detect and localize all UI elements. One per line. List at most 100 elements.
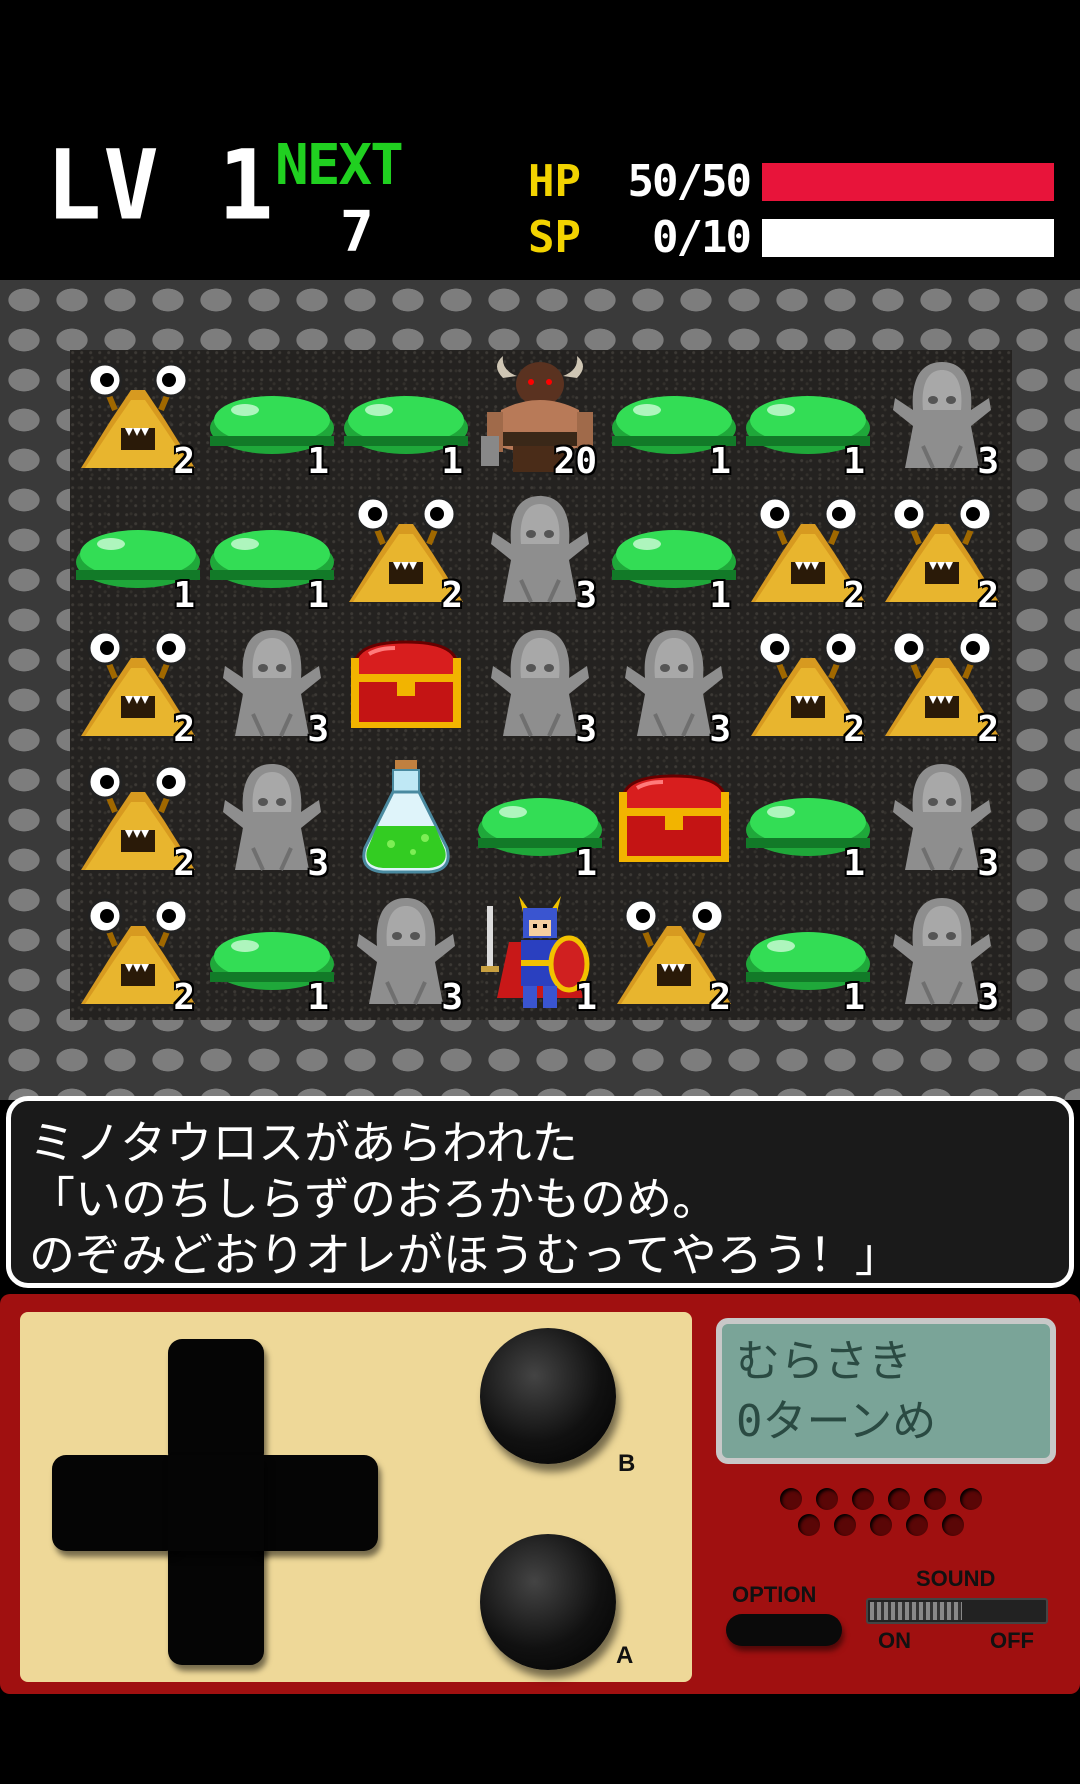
sound-off-label: OFF xyxy=(990,1628,1034,1653)
board-cell-ghost[interactable]: 3 xyxy=(205,618,339,752)
board-cell-minotaur[interactable]: 20 xyxy=(473,350,607,484)
cell-strength-value: 2 xyxy=(977,709,999,750)
board-cell-ghost[interactable]: 3 xyxy=(875,752,1009,886)
sound-slider[interactable] xyxy=(866,1598,1048,1624)
cell-strength-value: 2 xyxy=(709,977,731,1018)
sound-label: SOUND xyxy=(916,1566,996,1591)
a-button[interactable] xyxy=(480,1534,616,1670)
board-cell-slug[interactable]: 2 xyxy=(71,752,205,886)
dpad xyxy=(50,1337,380,1667)
chest-icon xyxy=(339,618,473,756)
board-cell-slime[interactable]: 1 xyxy=(473,752,607,886)
a-button-label: A xyxy=(616,1642,634,1669)
game-board[interactable]: 2 1 1 20 1 1 3 1 1 2 3 1 2 2 2 3 3 3 2 2 2 3 1 1 3 2 1 3 1 2 1 3 xyxy=(70,350,1012,1020)
cell-strength-value: 3 xyxy=(977,441,999,482)
board-cell-slime[interactable]: 1 xyxy=(607,350,741,484)
speaker-hole xyxy=(870,1514,892,1536)
dpad-left-button[interactable] xyxy=(52,1455,180,1551)
hp-bar-fill xyxy=(762,163,1054,201)
cell-strength-value: 1 xyxy=(843,441,865,482)
chest-icon xyxy=(607,752,741,890)
hp-bar-track xyxy=(762,163,1054,201)
dpad-down-button[interactable] xyxy=(168,1537,264,1665)
cell-strength-value: 2 xyxy=(173,441,195,482)
level-indicator: LV 1 xyxy=(46,129,276,242)
sp-value: 0/10 xyxy=(652,212,752,263)
option-label: OPTION xyxy=(732,1582,817,1607)
speaker-hole xyxy=(834,1514,856,1536)
board-cell-slime[interactable]: 1 xyxy=(741,886,875,1020)
cell-strength-value: 2 xyxy=(173,709,195,750)
board-cell-hero[interactable]: 1 xyxy=(473,886,607,1020)
cell-strength-value: 1 xyxy=(709,441,731,482)
speaker-hole xyxy=(888,1488,910,1510)
board-cell-slug[interactable]: 2 xyxy=(71,350,205,484)
board-cell-ghost[interactable]: 3 xyxy=(875,886,1009,1020)
dpad-right-button[interactable] xyxy=(250,1455,378,1551)
board-cell-chest[interactable] xyxy=(339,618,473,752)
cell-strength-value: 2 xyxy=(173,843,195,884)
cell-strength-value: 2 xyxy=(843,575,865,616)
cell-strength-value: 3 xyxy=(307,709,329,750)
board-cell-chest[interactable] xyxy=(607,752,741,886)
speaker-hole xyxy=(960,1488,982,1510)
b-button[interactable] xyxy=(480,1328,616,1464)
cell-strength-value: 2 xyxy=(843,709,865,750)
speaker-hole xyxy=(906,1514,928,1536)
cell-strength-value: 2 xyxy=(441,575,463,616)
speaker-hole xyxy=(798,1514,820,1536)
board-cell-slime[interactable]: 1 xyxy=(339,350,473,484)
cell-strength-value: 3 xyxy=(575,575,597,616)
message-box: ミノタウロスがあらわれた 「いのちしらずのおろかものめ。 のぞみどおりオレがほう… xyxy=(6,1096,1074,1288)
cell-strength-value: 3 xyxy=(307,843,329,884)
cell-strength-value: 1 xyxy=(709,575,731,616)
board-cell-slug[interactable]: 2 xyxy=(71,886,205,1020)
board-cell-slug[interactable]: 2 xyxy=(875,484,1009,618)
speaker-hole xyxy=(942,1514,964,1536)
board-cell-slime[interactable]: 1 xyxy=(205,484,339,618)
speaker-grille xyxy=(780,1484,1010,1544)
controller-panel: B A xyxy=(20,1312,692,1682)
next-label: NEXT xyxy=(275,133,404,198)
cell-strength-value: 1 xyxy=(307,977,329,1018)
cell-strength-value: 3 xyxy=(575,709,597,750)
lcd-screen: むらさき 0ターンめ xyxy=(716,1318,1056,1464)
dpad-up-button[interactable] xyxy=(168,1339,264,1467)
option-button[interactable] xyxy=(726,1614,842,1646)
cell-strength-value: 3 xyxy=(977,977,999,1018)
message-line: 「いのちしらずのおろかものめ。 xyxy=(29,1172,719,1226)
board-cell-potion[interactable] xyxy=(339,752,473,886)
board-cell-slime[interactable]: 1 xyxy=(71,484,205,618)
board-cell-ghost[interactable]: 3 xyxy=(473,618,607,752)
board-cell-slime[interactable]: 1 xyxy=(741,350,875,484)
cell-strength-value: 1 xyxy=(575,843,597,884)
cell-strength-value: 2 xyxy=(977,575,999,616)
cell-strength-value: 1 xyxy=(307,441,329,482)
cell-strength-value: 1 xyxy=(843,977,865,1018)
board-cell-slime[interactable]: 1 xyxy=(205,886,339,1020)
board-cell-ghost[interactable]: 3 xyxy=(339,886,473,1020)
board-cell-slime[interactable]: 1 xyxy=(741,752,875,886)
board-cell-ghost[interactable]: 3 xyxy=(607,618,741,752)
board-cell-slug[interactable]: 2 xyxy=(71,618,205,752)
board-cell-slug[interactable]: 2 xyxy=(741,484,875,618)
speaker-hole xyxy=(780,1488,802,1510)
hp-value: 50/50 xyxy=(627,156,752,207)
dpad-center xyxy=(168,1455,264,1551)
player-name: むらさき xyxy=(736,1336,912,1387)
b-button-label: B xyxy=(618,1450,636,1477)
board-cell-ghost[interactable]: 3 xyxy=(875,350,1009,484)
potion-icon xyxy=(339,752,473,890)
board-cell-ghost[interactable]: 3 xyxy=(205,752,339,886)
cell-strength-value: 1 xyxy=(843,843,865,884)
sound-on-label: ON xyxy=(878,1628,911,1653)
board-cell-slime[interactable]: 1 xyxy=(607,484,741,618)
board-cell-ghost[interactable]: 3 xyxy=(473,484,607,618)
board-cell-slime[interactable]: 1 xyxy=(205,350,339,484)
board-cell-slug[interactable]: 2 xyxy=(875,618,1009,752)
board-cell-slug[interactable]: 2 xyxy=(339,484,473,618)
sound-slider-knob[interactable] xyxy=(870,1602,962,1620)
board-cell-slug[interactable]: 2 xyxy=(741,618,875,752)
board-cell-slug[interactable]: 2 xyxy=(607,886,741,1020)
cell-strength-value: 1 xyxy=(173,575,195,616)
